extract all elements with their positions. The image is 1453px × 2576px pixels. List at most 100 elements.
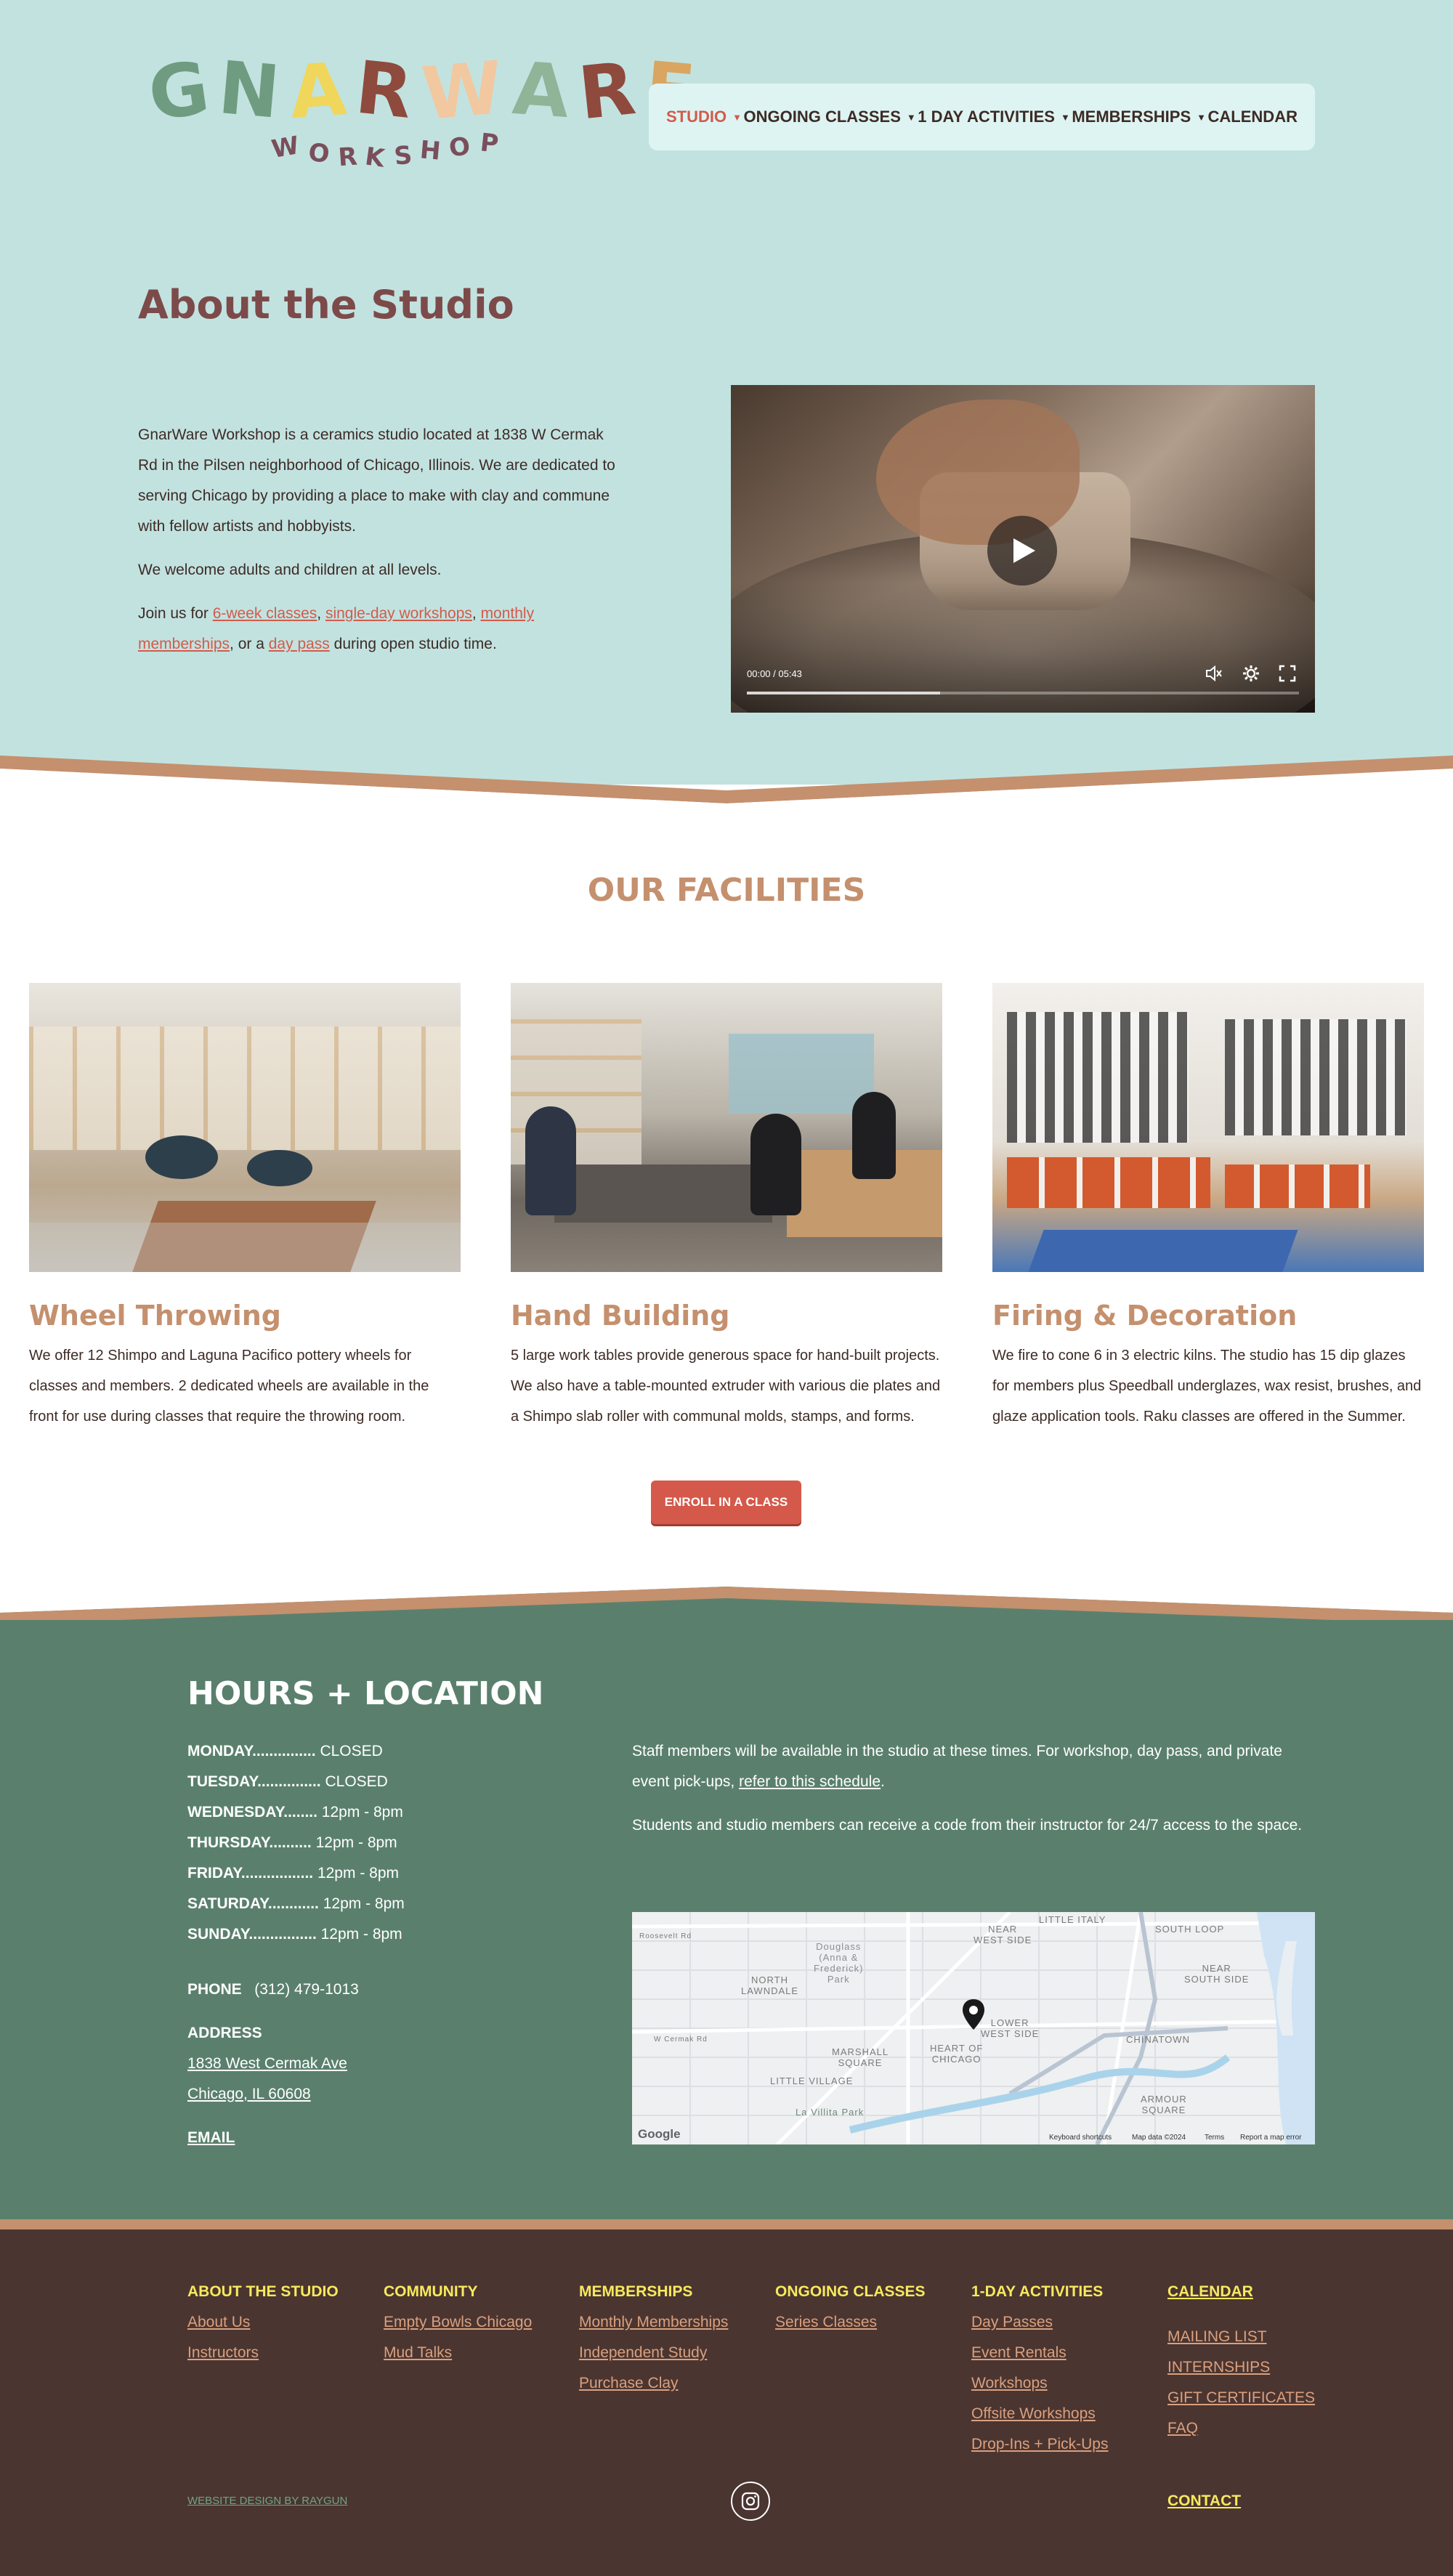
map-label: LITTLE VILLAGE — [770, 2075, 854, 2086]
hours-note: Staff members will be available in the s… — [632, 1736, 1315, 1854]
link-single-day-workshops[interactable]: single-day workshops — [325, 605, 472, 622]
schedule-link[interactable]: refer to this schedule — [739, 1773, 881, 1790]
footer-link-drop-ins-pick-ups[interactable]: Drop-Ins + Pick-Ups — [971, 2429, 1108, 2460]
caret-down-icon: ▼ — [906, 111, 916, 123]
hours-row: FRIDAY................. 12pm - 8pm — [187, 1858, 405, 1889]
instagram-button[interactable] — [731, 2482, 770, 2521]
map-label: NORTH LAWNDALE — [741, 1974, 799, 1996]
footer-col-heading: CALENDAR — [1167, 2277, 1315, 2307]
map-label: MARSHALL SQUARE — [832, 2046, 889, 2068]
card-text: We offer 12 Shimpo and Laguna Pacifico p… — [29, 1348, 429, 1425]
studio-video-player[interactable]: 00:00 / 05:43 — [731, 385, 1315, 713]
link-day-pass[interactable]: day pass — [269, 636, 330, 652]
hours-time: 12pm - 8pm — [321, 1804, 403, 1820]
map-report-error[interactable]: Report a map error — [1240, 2134, 1301, 2142]
footer-link-day-passes[interactable]: Day Passes — [971, 2307, 1108, 2338]
nav-item-calendar[interactable]: CALENDAR — [1208, 108, 1298, 126]
footer-link-event-rentals[interactable]: Event Rentals — [971, 2338, 1108, 2368]
footer-link-purchase-clay[interactable]: Purchase Clay — [579, 2368, 728, 2399]
gear-icon — [1243, 665, 1259, 681]
footer-link-mailing-list[interactable]: MAILING LIST — [1167, 2322, 1315, 2352]
nav-item-1-day-activities[interactable]: 1 DAY ACTIVITIES ▼ — [918, 108, 1070, 126]
hours-day: THURSDAY — [187, 1834, 270, 1851]
hours-dots: .......... — [269, 1834, 312, 1851]
hours-day: FRIDAY — [187, 1865, 241, 1882]
about-text-fragment: , — [471, 605, 481, 622]
hours-row: MONDAY............... CLOSED — [187, 1736, 405, 1767]
hours-time: 12pm - 8pm — [315, 1834, 397, 1851]
footer-link-gift-certificates[interactable]: GIFT CERTIFICATES — [1167, 2383, 1315, 2413]
map-label: HEART OF CHICAGO — [930, 2043, 984, 2065]
contact-block: PHONE (312) 479-1013 ADDRESS 1838 West C… — [187, 1974, 359, 2153]
footer-link-internships[interactable]: INTERNSHIPS — [1167, 2352, 1315, 2383]
link-6-week-classes[interactable]: 6-week classes — [213, 605, 317, 622]
hours-note-1: Staff members will be available in the s… — [632, 1736, 1315, 1797]
footer-divider — [0, 2219, 1453, 2229]
settings-button[interactable] — [1242, 664, 1260, 683]
footer-link-instructors[interactable]: Instructors — [187, 2338, 339, 2368]
footer-link-mud-talks[interactable]: Mud Talks — [384, 2338, 532, 2368]
hours-dots: ........ — [283, 1804, 317, 1820]
mute-button[interactable] — [1205, 664, 1223, 683]
footer-link-monthly-memberships[interactable]: Monthly Memberships — [579, 2307, 728, 2338]
play-icon — [1013, 538, 1035, 563]
video-progress-bar[interactable] — [747, 692, 1299, 694]
address-link-line-2[interactable]: Chicago, IL 60608 — [187, 2086, 311, 2102]
location-map[interactable]: LITTLE ITALY NEAR WEST SIDE SOUTH LOOP N… — [632, 1912, 1315, 2144]
website-credit-link[interactable]: WEBSITE DESIGN BY RAYGUN — [187, 2495, 347, 2507]
note-text: Staff members will be available in the s… — [632, 1743, 1282, 1790]
map-pin-icon[interactable] — [963, 1999, 984, 2030]
address-link-line-1[interactable]: 1838 West Cermak Ave — [187, 2055, 347, 2072]
hours-row: SUNDAY................ 12pm - 8pm — [187, 1919, 405, 1950]
speaker-icon — [1206, 665, 1222, 682]
nav-item-studio[interactable]: STUDIO ▼ — [666, 108, 742, 126]
hours-day: WEDNESDAY — [187, 1804, 284, 1820]
hours-time: 12pm - 8pm — [323, 1895, 405, 1912]
facility-card-wheel-throwing: Wheel Throwing We offer 12 Shimpo and La… — [29, 983, 461, 1432]
footer-link-independent-study[interactable]: Independent Study — [579, 2338, 728, 2368]
photo-person — [750, 1114, 801, 1215]
hours-day: MONDAY — [187, 1743, 253, 1759]
play-button[interactable] — [987, 516, 1057, 586]
footer-calendar-link[interactable]: CALENDAR — [1167, 2277, 1315, 2307]
logo-title: GNARWARE — [143, 43, 708, 138]
map-label: ARMOUR SQUARE — [1141, 2094, 1187, 2115]
map-keyboard-shortcuts[interactable]: Keyboard shortcuts — [1049, 2134, 1112, 2142]
footer-col-memberships: MEMBERSHIPS Monthly Memberships Independen… — [579, 2277, 728, 2399]
footer-link-empty-bowls-chicago[interactable]: Empty Bowls Chicago — [384, 2307, 532, 2338]
nav-item-ongoing-classes[interactable]: ONGOING CLASSES ▼ — [744, 108, 916, 126]
enroll-button[interactable]: ENROLL IN A CLASS — [651, 1481, 801, 1524]
nav-item-label: CALENDAR — [1207, 108, 1298, 126]
footer-col-heading: 1-DAY ACTIVITIES — [971, 2283, 1104, 2300]
note-text: . — [881, 1773, 885, 1790]
nav-item-label: MEMBERSHIPS — [1072, 108, 1191, 126]
fullscreen-button[interactable] — [1278, 664, 1297, 683]
footer-link-about-us[interactable]: About Us — [187, 2307, 339, 2338]
about-text-fragment: , or a — [230, 636, 269, 652]
hours-row: THURSDAY.......... 12pm - 8pm — [187, 1828, 405, 1858]
footer-link-faq[interactable]: FAQ — [1167, 2413, 1315, 2444]
about-text-fragment: , — [317, 605, 325, 622]
gnarware-logo[interactable]: GNARWARE WORKSHOP — [143, 44, 708, 189]
footer-link-workshops[interactable]: Workshops — [971, 2368, 1108, 2399]
photo-shelves — [29, 1026, 461, 1150]
footer-link-series-classes[interactable]: Series Classes — [775, 2307, 926, 2338]
hours-row: TUESDAY............... CLOSED — [187, 1767, 405, 1797]
phone-row: PHONE (312) 479-1013 — [187, 1974, 359, 2005]
footer-contact-link[interactable]: CONTACT — [1167, 2492, 1241, 2510]
email-link[interactable]: EMAIL — [187, 2129, 235, 2146]
nav-item-memberships[interactable]: MEMBERSHIPS ▼ — [1072, 108, 1206, 126]
map-label: La Villita Park — [796, 2107, 865, 2118]
hours-time: CLOSED — [320, 1743, 383, 1759]
nav-item-label: 1 DAY ACTIVITIES — [918, 108, 1055, 126]
footer-link-offsite-workshops[interactable]: Offsite Workshops — [971, 2399, 1108, 2429]
photo-person — [525, 1106, 576, 1215]
card-title: Hand Building — [511, 1300, 730, 1332]
page-title: About the Studio — [138, 282, 514, 328]
map-label: Roosevelt Rd — [639, 1932, 692, 1940]
map-terms[interactable]: Terms — [1205, 2134, 1224, 2142]
photo-floor — [29, 1223, 461, 1272]
map-label: LITTLE ITALY — [1039, 1914, 1106, 1925]
